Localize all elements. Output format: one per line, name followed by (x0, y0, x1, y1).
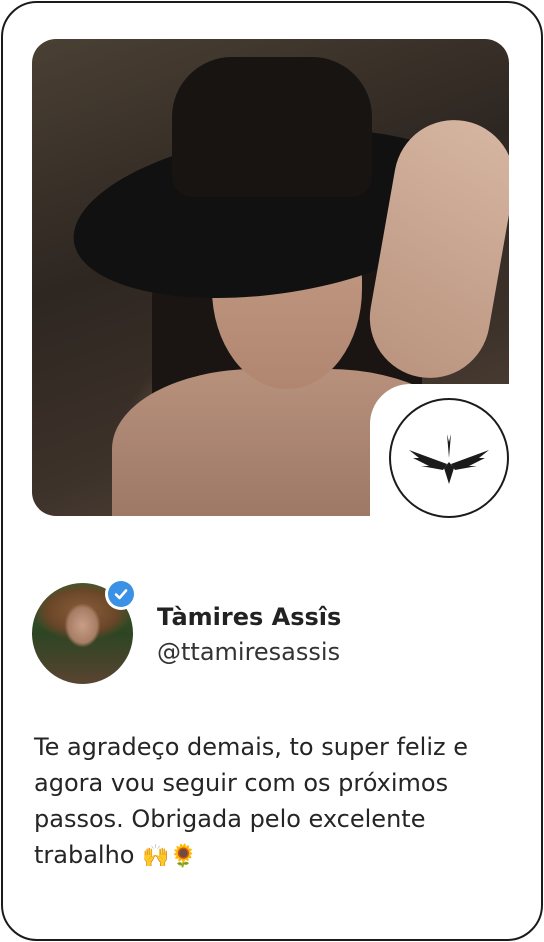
check-icon (114, 589, 128, 600)
testimonial-emojis: 🙌🌻 (142, 844, 197, 869)
profile-name: Tàmires Assîs (157, 603, 342, 631)
photo-hat-crown (172, 57, 372, 197)
brand-logo-badge (389, 398, 509, 518)
testimonial-text: Te agradeço demais, to super feliz e ago… (34, 729, 512, 875)
verified-badge (105, 578, 137, 610)
winged-arrow-logo-icon (409, 434, 489, 484)
testimonial-body: Te agradeço demais, to super feliz e ago… (34, 733, 468, 869)
profile-handle[interactable]: @ttamiresassis (157, 638, 340, 666)
